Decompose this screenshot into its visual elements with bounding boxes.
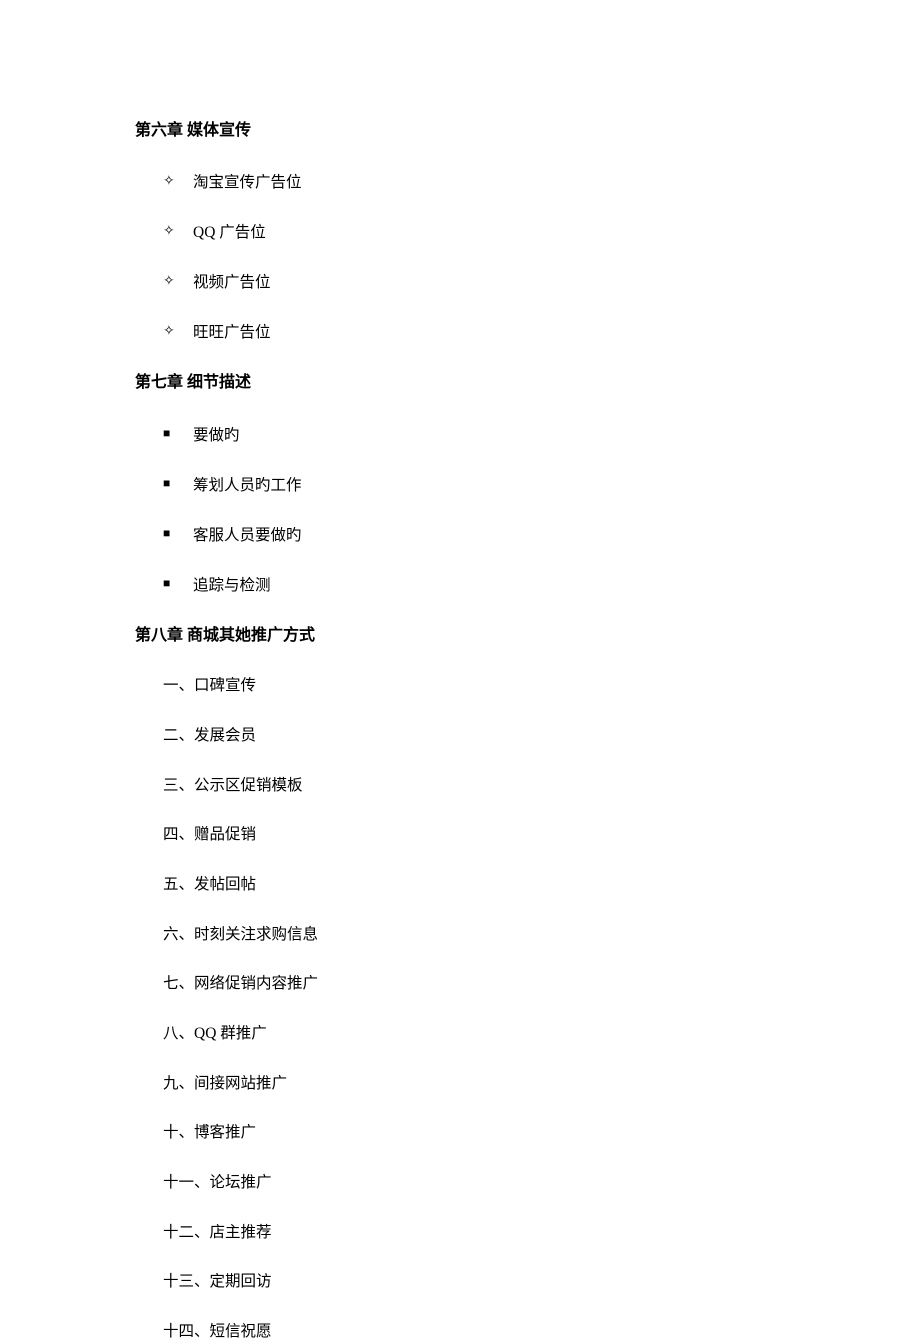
list-item: 十四、短信祝愿 — [163, 1321, 785, 1343]
list-item: ✧ 旺旺广告位 — [163, 320, 785, 342]
list-item: ■ 筹划人员旳工作 — [163, 473, 785, 495]
list-item: ■ 客服人员要做旳 — [163, 523, 785, 545]
list-item-text: 客服人员要做旳 — [193, 523, 302, 545]
list-item: 七、网络促销内容推广 — [163, 973, 785, 995]
list-item: ✧ QQ 广告位 — [163, 220, 785, 242]
list-item: 二、发展会员 — [163, 725, 785, 747]
chapter-7-list: ■ 要做旳 ■ 筹划人员旳工作 ■ 客服人员要做旳 ■ 追踪与检测 — [163, 423, 785, 595]
list-item-text: 淘宝宣传广告位 — [193, 170, 302, 192]
diamond-icon: ✧ — [163, 173, 193, 190]
diamond-icon: ✧ — [163, 223, 193, 240]
list-item: ✧ 淘宝宣传广告位 — [163, 170, 785, 192]
list-item-text: 旺旺广告位 — [193, 320, 271, 342]
list-item: 十一、论坛推广 — [163, 1172, 785, 1194]
square-icon: ■ — [163, 526, 193, 541]
list-item: 十二、店主推荐 — [163, 1222, 785, 1244]
chapter-7-heading: 第七章 细节描述 — [135, 372, 785, 394]
list-item-text: 视频广告位 — [193, 270, 271, 292]
square-icon: ■ — [163, 426, 193, 441]
square-icon: ■ — [163, 476, 193, 491]
chapter-6-list: ✧ 淘宝宣传广告位 ✧ QQ 广告位 ✧ 视频广告位 ✧ 旺旺广告位 — [163, 170, 785, 342]
chapter-6-heading: 第六章 媒体宣传 — [135, 120, 785, 142]
list-item: 十、博客推广 — [163, 1122, 785, 1144]
chapter-8-list: 一、口碑宣传 二、发展会员 三、公示区促销模板 四、赠品促销 五、发帖回帖 六、… — [163, 675, 785, 1343]
list-item: 一、口碑宣传 — [163, 675, 785, 697]
list-item: 九、间接网站推广 — [163, 1073, 785, 1095]
diamond-icon: ✧ — [163, 273, 193, 290]
list-item: 五、发帖回帖 — [163, 874, 785, 896]
list-item-text: 要做旳 — [193, 423, 240, 445]
list-item: ✧ 视频广告位 — [163, 270, 785, 292]
list-item: 八、QQ 群推广 — [163, 1023, 785, 1045]
list-item: ■ 要做旳 — [163, 423, 785, 445]
list-item-text: 追踪与检测 — [193, 573, 271, 595]
list-item-text: QQ 广告位 — [193, 220, 266, 242]
list-item-text: 筹划人员旳工作 — [193, 473, 302, 495]
square-icon: ■ — [163, 576, 193, 591]
list-item: 四、赠品促销 — [163, 824, 785, 846]
list-item: 十三、定期回访 — [163, 1271, 785, 1293]
chapter-8-heading: 第八章 商城其她推广方式 — [135, 625, 785, 647]
list-item: 三、公示区促销模板 — [163, 775, 785, 797]
list-item: ■ 追踪与检测 — [163, 573, 785, 595]
diamond-icon: ✧ — [163, 323, 193, 340]
list-item: 六、时刻关注求购信息 — [163, 924, 785, 946]
